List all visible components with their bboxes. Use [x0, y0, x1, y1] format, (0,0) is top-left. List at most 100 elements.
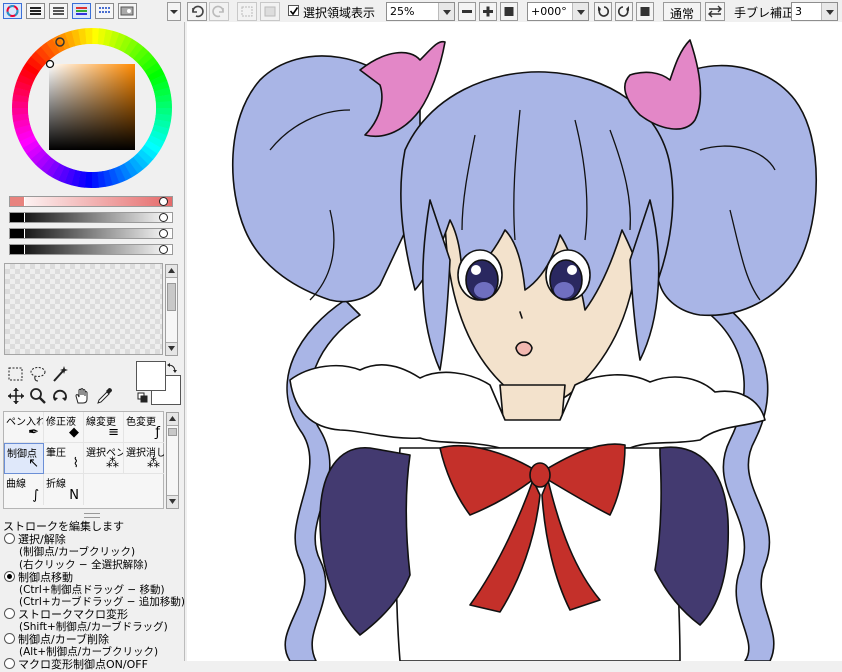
tool-select-erase[interactable]: 選択消し ⁂	[124, 443, 164, 474]
tool-pen[interactable]: ペン入れ ✒	[4, 412, 44, 443]
rect-select-icon[interactable]	[7, 365, 25, 383]
chevron-down-icon	[438, 3, 454, 20]
hsv-sliders-icon	[53, 7, 64, 15]
scroll-thumb[interactable]	[167, 283, 176, 311]
rotate-reset-button[interactable]	[636, 2, 654, 21]
left-panel: ペン入れ ✒ 修正液 ◆ 線変更 ≡ 色変更 ƒ 制御点 ↖ 筆圧 ⌇ 選択ペン…	[0, 22, 185, 671]
select-pen-icon: ⁂	[106, 456, 119, 471]
tool-polyline[interactable]: 折線 Ν	[44, 474, 84, 505]
selection-display-checkbox[interactable]	[288, 5, 299, 16]
rotate-right-button[interactable]	[615, 2, 633, 21]
tool-control-point[interactable]: 制御点 ↖	[4, 443, 44, 474]
alpha-slider[interactable]	[9, 244, 173, 255]
hand-icon[interactable]	[73, 387, 91, 405]
slider-knob[interactable]	[159, 245, 168, 254]
angle-select[interactable]: +000°	[527, 2, 589, 21]
drawing-canvas[interactable]	[187, 22, 842, 661]
tool-color-change[interactable]: 色変更 ƒ	[124, 412, 164, 443]
blend-mode-value: 通常	[670, 7, 695, 21]
clear-selection-button[interactable]	[260, 2, 280, 21]
slider-knob[interactable]	[159, 213, 168, 222]
slider-view-button[interactable]	[26, 3, 45, 19]
curve-icon: ∫	[32, 488, 39, 503]
zoom-in-button[interactable]	[479, 2, 497, 21]
radio-icon[interactable]	[4, 608, 15, 619]
color-change-icon: ƒ	[155, 425, 160, 440]
minus-icon	[462, 10, 472, 13]
scratchpad-view-button[interactable]	[118, 3, 137, 19]
eyedropper-icon[interactable]	[95, 387, 113, 405]
blue-slider[interactable]	[9, 228, 173, 239]
redo-icon	[212, 5, 224, 18]
clear-icon	[264, 6, 276, 17]
tool-pressure[interactable]: 筆圧 ⌇	[44, 443, 84, 474]
tool-label: 曲線	[6, 479, 26, 490]
move-icon[interactable]	[7, 387, 25, 405]
undo-icon	[192, 5, 204, 18]
plus-icon	[483, 6, 493, 17]
swatch-view-button[interactable]	[95, 3, 114, 19]
rotate-left-button[interactable]	[594, 2, 612, 21]
swap-colors-icon[interactable]	[166, 362, 178, 374]
color-wheel-view-button[interactable]	[3, 3, 22, 19]
red-slider[interactable]	[9, 196, 173, 207]
radio-icon[interactable]	[4, 658, 15, 669]
blue-swatch	[10, 229, 25, 238]
green-slider[interactable]	[9, 212, 173, 223]
eye-right	[545, 249, 591, 301]
select-erase-icon: ⁂	[147, 456, 160, 471]
color-wheel[interactable]	[10, 26, 174, 190]
tool-scrollbar[interactable]	[166, 412, 179, 509]
green-swatch	[10, 213, 25, 222]
angle-value: +000°	[531, 5, 567, 18]
hsv-slider-view-button[interactable]	[49, 3, 68, 19]
rotate-left-icon	[598, 6, 610, 17]
flip-button[interactable]	[705, 2, 725, 21]
dropdown-icon	[170, 10, 178, 14]
radio-icon[interactable]	[4, 633, 15, 644]
check-icon	[289, 7, 299, 16]
deselect-button[interactable]	[237, 2, 257, 21]
stabilizer-value: 3	[795, 5, 802, 18]
selection-display-label: 選択領域表示	[303, 6, 376, 20]
tool-line-change[interactable]: 線変更 ≡	[84, 412, 124, 443]
lasso-select-icon[interactable]	[29, 365, 47, 383]
stabilizer-select[interactable]: 3	[791, 2, 838, 21]
scroll-up-button[interactable]	[167, 413, 178, 426]
magic-wand-icon[interactable]	[51, 365, 69, 383]
swatch-area[interactable]	[4, 263, 163, 355]
scroll-down-button[interactable]	[167, 495, 178, 508]
option-macro-point-toggle[interactable]: マクロ変形制御点ON/OFF	[4, 656, 148, 672]
reset-colors-icon[interactable]	[137, 392, 149, 404]
tool-label: 筆圧	[46, 448, 66, 459]
zoom-icon[interactable]	[29, 387, 47, 405]
scroll-up-button[interactable]	[166, 265, 177, 278]
rotate-view-icon[interactable]	[51, 387, 69, 405]
swatch-scrollbar[interactable]	[165, 264, 178, 356]
slider-knob[interactable]	[159, 229, 168, 238]
cursor-icon: ↖	[28, 456, 39, 471]
blend-mode-button[interactable]: 通常	[663, 2, 701, 21]
sliders-icon	[30, 7, 41, 15]
scroll-down-button[interactable]	[166, 342, 177, 355]
tool-select-pen[interactable]: 選択ペン ⁂	[84, 443, 124, 474]
pen-icon: ✒	[28, 425, 39, 440]
zoom-out-button[interactable]	[458, 2, 476, 21]
tool-curve[interactable]: 曲線 ∫	[4, 474, 44, 505]
zoom-reset-button[interactable]	[500, 2, 518, 21]
tool-correction[interactable]: 修正液 ◆	[44, 412, 84, 443]
navigator-toggle-button[interactable]	[167, 2, 181, 21]
redo-button[interactable]	[209, 2, 229, 21]
radio-selected-icon[interactable]	[4, 571, 15, 582]
foreground-color-box[interactable]	[136, 361, 166, 391]
rotate-right-icon	[617, 6, 629, 17]
polyline-icon: Ν	[69, 488, 79, 503]
slider-knob[interactable]	[159, 197, 168, 206]
color-marker[interactable]	[45, 59, 55, 69]
radio-icon[interactable]	[4, 533, 15, 544]
undo-button[interactable]	[187, 2, 207, 21]
zoom-select[interactable]: 25%	[386, 2, 455, 21]
scroll-thumb[interactable]	[168, 428, 177, 436]
alpha-swatch	[10, 245, 25, 254]
rgb-slider-view-button[interactable]	[72, 3, 91, 19]
